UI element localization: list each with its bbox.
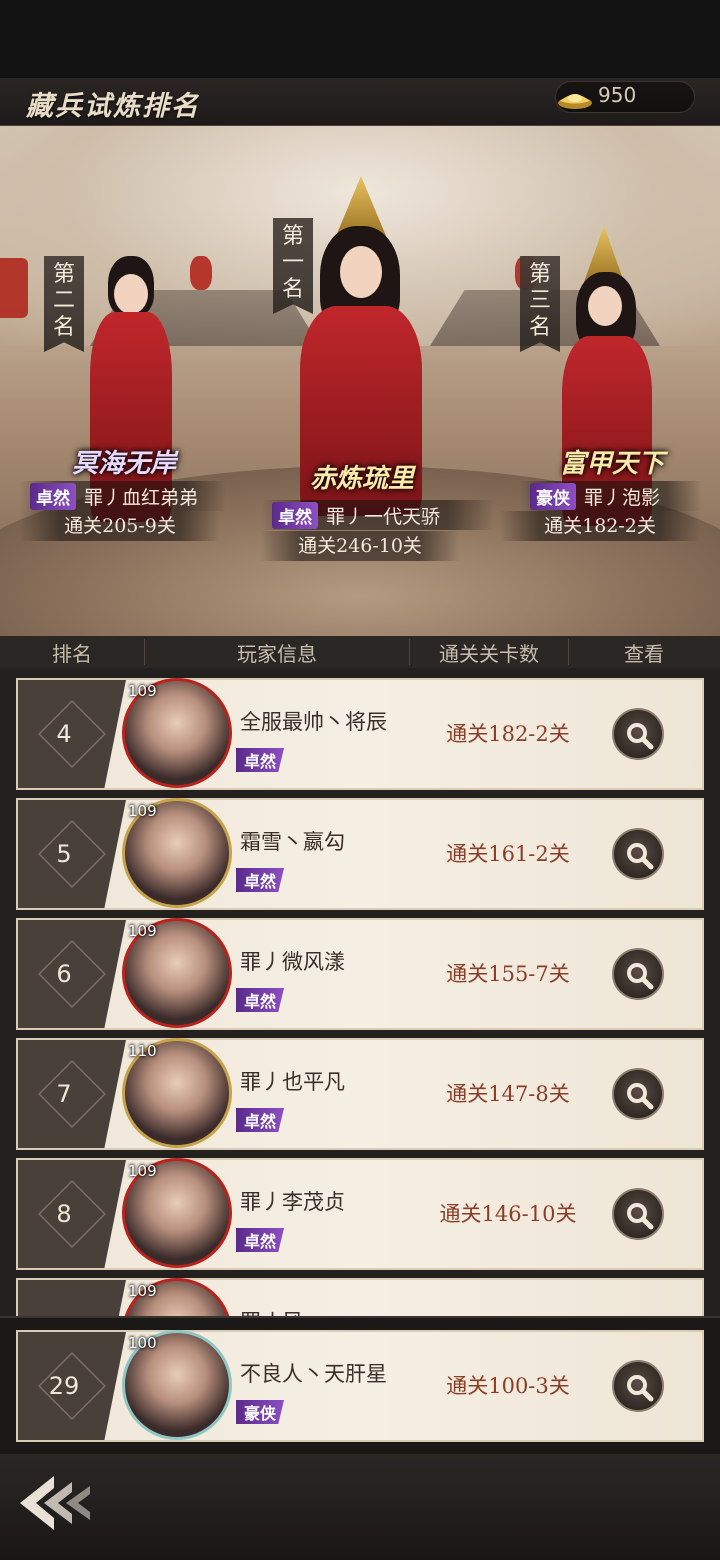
top-blank-area <box>0 0 720 78</box>
my-name: 不良人丶天肝星 <box>240 1362 387 1386</box>
currency-amount: 950 <box>598 83 637 107</box>
stage-progress: 通关155-7关 <box>446 962 570 986</box>
second-place-badge: 卓然 <box>30 482 76 510</box>
rank-number: 4 <box>56 720 72 748</box>
player-name: 罪丿李茂贞 <box>240 1190 345 1214</box>
view-button[interactable] <box>612 1188 664 1240</box>
guild-logo-first: 赤炼琉里 <box>310 464 415 494</box>
bottom-bar <box>0 1454 720 1560</box>
player-level: 109 <box>128 1162 157 1180</box>
ranking-row: 8 109 罪丿李茂贞 卓然 通关146-10关 <box>16 1158 704 1270</box>
column-stages: 通关关卡数 <box>439 641 539 666</box>
ranking-row: 5 109 霜雪丶嬴勾 卓然 通关161-2关 <box>16 798 704 910</box>
guild-logo-second: 冥海无岸 <box>72 449 177 479</box>
red-seal-emblem <box>0 258 28 318</box>
magnifier-icon <box>627 1203 654 1230</box>
player-name: 罪丿微风漾 <box>240 950 345 974</box>
ranking-row: 6 109 罪丿微风漾 卓然 通关155-7关 <box>16 918 704 1030</box>
column-view: 查看 <box>624 641 664 666</box>
stage-progress: 通关161-2关 <box>446 842 570 866</box>
stage-progress: 通关146-10关 <box>439 1202 577 1226</box>
my-title-badge: 豪侠 <box>236 1400 285 1424</box>
rank-tag-second: 第二名 <box>44 256 84 352</box>
rank-cell <box>18 1280 126 1316</box>
player-name: 霜雪丶嬴勾 <box>240 830 345 854</box>
second-place-name: 罪丿血红弟弟 <box>84 486 199 509</box>
player-level: 109 <box>128 922 157 940</box>
player-title-badge: 卓然 <box>236 1228 285 1252</box>
third-place-name: 罪丿泡影 <box>584 486 661 509</box>
magnifier-icon <box>627 723 654 750</box>
column-rank: 排名 <box>52 641 92 666</box>
view-button[interactable] <box>612 1068 664 1120</box>
player-level: 110 <box>128 1042 157 1060</box>
my-level: 100 <box>128 1334 157 1352</box>
ranking-row-partial: 109 罪丿风 <box>16 1278 704 1316</box>
view-button[interactable] <box>612 828 664 880</box>
rank-number: 5 <box>56 840 72 868</box>
my-rank-number: 29 <box>48 1372 80 1400</box>
rank-number: 6 <box>56 960 72 988</box>
player-level: 109 <box>128 1282 157 1300</box>
column-player-info: 玩家信息 <box>237 641 317 666</box>
my-rank-row: 29 100 不良人丶天肝星 豪侠 通关100-3关 <box>16 1330 704 1442</box>
rank-number: 7 <box>56 1080 72 1108</box>
magnifier-icon <box>627 1375 654 1402</box>
my-stage-progress: 通关100-3关 <box>446 1374 570 1398</box>
third-place-info: 豪侠 罪丿泡影 <box>520 481 702 511</box>
player-name: 罪丿风 <box>240 1306 303 1316</box>
second-place-progress: 通关205-9关 <box>20 511 220 541</box>
third-place-progress: 通关182-2关 <box>500 511 700 541</box>
page-title: 藏兵试炼排名 <box>26 91 200 122</box>
first-place-badge: 卓然 <box>272 501 318 529</box>
ranking-list[interactable]: 4 109 全服最帅丶将辰 卓然 通关182-2关 5 109 霜雪丶嬴勾 卓然… <box>0 668 720 1316</box>
my-rank-bar: 29 100 不良人丶天肝星 豪侠 通关100-3关 <box>0 1316 720 1454</box>
my-view-button[interactable] <box>612 1360 664 1412</box>
column-header: 排名 玩家信息 通关关卡数 查看 <box>0 636 720 668</box>
first-place-progress: 通关246-10关 <box>260 531 460 561</box>
ranking-row: 7 110 罪丿也平凡 卓然 通关147-8关 <box>16 1038 704 1150</box>
magnifier-icon <box>627 843 654 870</box>
magnifier-icon <box>627 963 654 990</box>
view-button[interactable] <box>612 948 664 1000</box>
ranking-row: 4 109 全服最帅丶将辰 卓然 通关182-2关 <box>16 678 704 790</box>
player-level: 109 <box>128 802 157 820</box>
rank-tag-first: 第一名 <box>273 218 313 314</box>
stage-progress: 通关147-8关 <box>446 1082 570 1106</box>
player-title-badge: 卓然 <box>236 988 285 1012</box>
rank-number: 8 <box>56 1200 72 1228</box>
third-place-badge: 豪侠 <box>530 482 576 510</box>
player-level: 109 <box>128 682 157 700</box>
player-name: 罪丿也平凡 <box>240 1070 345 1094</box>
first-place-name: 罪丿一代天骄 <box>326 505 441 528</box>
guild-logo-third: 富甲天下 <box>560 449 665 479</box>
stage-progress: 通关182-2关 <box>446 722 570 746</box>
gold-ingot-icon <box>558 94 592 109</box>
player-title-badge: 卓然 <box>236 868 285 892</box>
first-place-info: 卓然 罪丿一代天骄 <box>262 500 494 530</box>
view-button[interactable] <box>612 708 664 760</box>
back-arrow-icon[interactable] <box>14 1468 98 1538</box>
rank-tag-third: 第三名 <box>520 256 560 352</box>
magnifier-icon <box>627 1083 654 1110</box>
player-title-badge: 卓然 <box>236 748 285 772</box>
player-title-badge: 卓然 <box>236 1108 285 1132</box>
second-place-info: 卓然 罪丿血红弟弟 <box>20 481 226 511</box>
player-name: 全服最帅丶将辰 <box>240 710 387 734</box>
